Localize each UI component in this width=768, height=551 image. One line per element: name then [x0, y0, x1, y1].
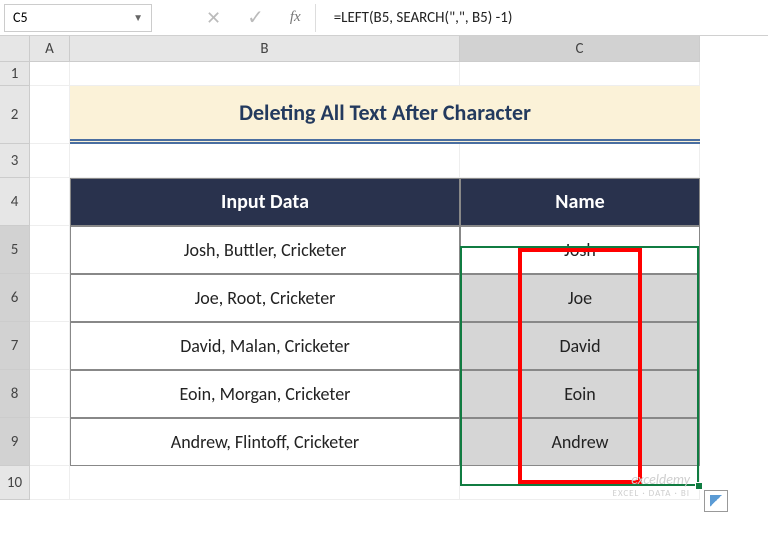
row-header-6[interactable]: 6	[0, 274, 30, 322]
cell-c1[interactable]	[460, 62, 700, 86]
cell-c3[interactable]	[460, 144, 700, 178]
row-header-4[interactable]: 4	[0, 178, 30, 226]
row-header-7[interactable]: 7	[0, 322, 30, 370]
col-header-b[interactable]: B	[70, 36, 460, 62]
table-header-input[interactable]: Input Data	[70, 178, 460, 226]
cell-b3[interactable]	[70, 144, 460, 178]
formula-bar-row: C5 ▼ ✕ ✓ fx =LEFT(B5, SEARCH(",", B5) -1…	[0, 0, 768, 36]
cell-c7[interactable]: David	[460, 322, 700, 370]
cell-a6[interactable]	[30, 274, 70, 322]
cell-a2[interactable]	[30, 86, 70, 144]
cell-a10[interactable]	[30, 466, 70, 500]
cell-b1[interactable]	[70, 62, 460, 86]
spreadsheet-grid: A B C 1 2 Deleting All Text After Charac…	[0, 36, 768, 500]
cell-a1[interactable]	[30, 62, 70, 86]
cell-b8[interactable]: Eoin, Morgan, Cricketer	[70, 370, 460, 418]
cell-a9[interactable]	[30, 418, 70, 466]
cell-b6[interactable]: Joe, Root, Cricketer	[70, 274, 460, 322]
col-header-a[interactable]: A	[30, 36, 70, 62]
cell-c9[interactable]: Andrew	[460, 418, 700, 466]
fill-handle[interactable]	[695, 482, 703, 490]
row-header-9[interactable]: 9	[0, 418, 30, 466]
formula-bar-buttons: ✕ ✓ fx	[156, 5, 301, 30]
cell-b5[interactable]: Josh, Buttler, Cricketer	[70, 226, 460, 274]
cell-c5[interactable]: Josh	[460, 226, 700, 274]
col-header-c[interactable]: C	[460, 36, 700, 62]
cell-c8[interactable]: Eoin	[460, 370, 700, 418]
row-header-3[interactable]: 3	[0, 144, 30, 178]
formula-text: =LEFT(B5, SEARCH(",", B5) -1)	[334, 9, 513, 27]
fx-icon[interactable]: fx	[290, 9, 301, 26]
cell-b9[interactable]: Andrew, Flintoff, Cricketer	[70, 418, 460, 466]
title-text: Deleting All Text After Character	[239, 99, 531, 126]
cell-a7[interactable]	[30, 322, 70, 370]
cell-a8[interactable]	[30, 370, 70, 418]
name-box[interactable]: C5 ▼	[4, 4, 152, 32]
cell-a3[interactable]	[30, 144, 70, 178]
row-header-10[interactable]: 10	[0, 466, 30, 500]
cell-a4[interactable]	[30, 178, 70, 226]
cell-b7[interactable]: David, Malan, Cricketer	[70, 322, 460, 370]
table-header-name[interactable]: Name	[460, 178, 700, 226]
title-cell[interactable]: Deleting All Text After Character	[70, 86, 700, 144]
autofill-options-button[interactable]	[704, 490, 728, 512]
cell-a5[interactable]	[30, 226, 70, 274]
formula-input[interactable]: =LEFT(B5, SEARCH(",", B5) -1)	[315, 4, 768, 32]
name-box-dropdown-icon[interactable]: ▼	[133, 11, 143, 24]
row-header-2[interactable]: 2	[0, 86, 30, 144]
cell-c10[interactable]	[460, 466, 700, 500]
cell-c6[interactable]: Joe	[460, 274, 700, 322]
row-header-8[interactable]: 8	[0, 370, 30, 418]
row-header-5[interactable]: 5	[0, 226, 30, 274]
name-box-value: C5	[13, 9, 28, 26]
cell-b10[interactable]	[70, 466, 460, 500]
row-header-1[interactable]: 1	[0, 62, 30, 86]
select-all-corner[interactable]	[0, 36, 30, 62]
enter-icon[interactable]: ✓	[247, 5, 264, 30]
cancel-icon[interactable]: ✕	[206, 7, 221, 29]
